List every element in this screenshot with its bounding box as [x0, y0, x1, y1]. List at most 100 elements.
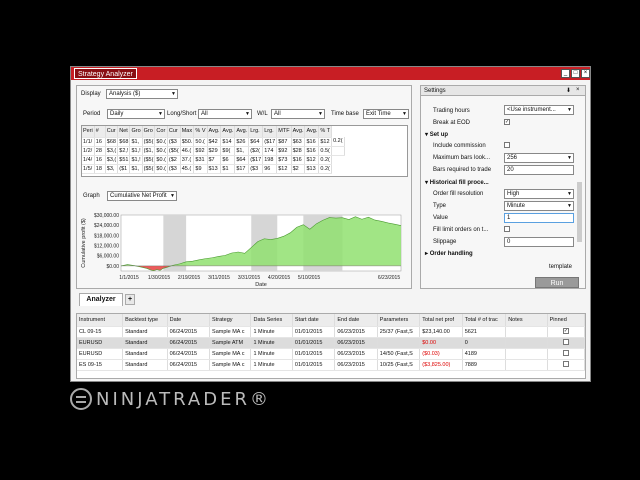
- results-header-cell[interactable]: Total net prof: [419, 314, 463, 327]
- summary-header-cell[interactable]: % T: [318, 126, 333, 138]
- results-cell: 25/37 (Fast,S: [377, 326, 421, 338]
- x-tick-label: 1/30/2015: [148, 275, 170, 281]
- table-row[interactable]: EURUSD Standard 06/24/2015 Sample ATM 1 Minu…: [77, 337, 585, 349]
- time-base-select[interactable]: Exit Time ▼: [363, 109, 409, 119]
- maximize-icon[interactable]: □: [571, 69, 580, 78]
- break-at-eod-checkbox[interactable]: ✓: [504, 119, 510, 125]
- results-header-cell[interactable]: End date: [334, 314, 378, 327]
- historical-fill-section[interactable]: ▾ Historical fill proce...: [425, 179, 489, 186]
- wl-select[interactable]: All ▼: [271, 109, 325, 119]
- long-short-select[interactable]: All ▼: [198, 109, 252, 119]
- results-header-cell[interactable]: Instrument: [77, 314, 124, 327]
- pinned-checkbox[interactable]: [547, 337, 585, 349]
- summary-row[interactable]: 1/1/16 $68 $68 $1, ($5($0.(($3 $50. 50.($42 $14…: [82, 137, 345, 147]
- summary-header-cell[interactable]: Cur: [105, 126, 119, 138]
- value-input[interactable]: 1: [504, 213, 574, 223]
- results-header-cell[interactable]: Notes: [505, 314, 548, 327]
- results-header-cell[interactable]: Backtest type: [122, 314, 168, 327]
- results-header-cell[interactable]: Total # of trac: [462, 314, 507, 327]
- chevron-down-icon: ▼: [567, 191, 572, 197]
- summary-header-cell[interactable]: Cor: [154, 126, 168, 138]
- setup-section[interactable]: ▾ Set up: [425, 131, 448, 138]
- bars-required-input[interactable]: 20: [504, 165, 574, 175]
- summary-row[interactable]: 1/5/18 $3, ($1 $1, ($5($0.(($3 45.($9 $13 $1 $17…: [82, 164, 344, 174]
- summary-header-cell[interactable]: Max: [180, 126, 195, 138]
- slippage-input[interactable]: 0: [504, 237, 574, 247]
- results-header-cell[interactable]: Data Series: [250, 314, 293, 327]
- fill-limit-checkbox[interactable]: [504, 226, 510, 232]
- summary-header-cell[interactable]: Lrg.: [262, 126, 278, 138]
- fill-resolution-select[interactable]: High ▼: [504, 189, 574, 199]
- results-header-cell[interactable]: Pinned: [547, 314, 585, 327]
- close-icon[interactable]: ×: [576, 87, 580, 93]
- pinned-checkbox-icon[interactable]: [562, 350, 569, 357]
- summary-cell: 16: [94, 137, 106, 147]
- summary-header-cell[interactable]: Gro: [129, 126, 143, 138]
- summary-header-cell[interactable]: Cur: [167, 126, 181, 138]
- summary-header-cell[interactable]: Avg.: [291, 126, 306, 138]
- run-button[interactable]: Run: [535, 277, 579, 288]
- title-bar[interactable]: Strategy Analyzer _ □ ×: [71, 67, 590, 80]
- summary-cell: 46.(: [180, 146, 195, 156]
- pinned-checkbox[interactable]: ✓: [547, 326, 585, 338]
- table-row[interactable]: CL 09-15 Standard 06/24/2015 Sample MA c1 M…: [77, 326, 585, 338]
- tab-analyzer[interactable]: Analyzer: [79, 293, 123, 306]
- order-handling-section[interactable]: ▸ Order handling: [425, 250, 473, 257]
- summary-cell: $7: [207, 155, 222, 165]
- summary-cell: 0.2(: [318, 164, 333, 174]
- pin-icon[interactable]: ⬇: [566, 87, 571, 94]
- summary-header-cell[interactable]: Avg.: [304, 126, 320, 138]
- summary-header-cell[interactable]: MTF: [276, 126, 292, 138]
- summary-header-cell[interactable]: % V: [193, 126, 208, 138]
- max-bars-select[interactable]: 256 ▼: [504, 153, 574, 163]
- y-tick-label: $6,000.00: [97, 254, 119, 260]
- type-select[interactable]: Minute ▼: [504, 201, 574, 211]
- x-tick-label: 6/23/2015: [378, 275, 400, 281]
- graph-select[interactable]: Cumulative Net Profit ▼: [107, 191, 177, 201]
- pinned-checkbox-icon[interactable]: [562, 361, 569, 368]
- table-row[interactable]: ES 09-15 Standard 06/24/2015 Sample MA c1 M…: [77, 359, 585, 371]
- pinned-checkbox[interactable]: [547, 348, 585, 360]
- period-select[interactable]: Daily ▼: [107, 109, 165, 119]
- add-tab-button[interactable]: +: [125, 294, 135, 305]
- summary-header-cell[interactable]: Lrg.: [248, 126, 264, 138]
- results-cell: [505, 348, 548, 360]
- summary-cell: [331, 146, 345, 156]
- summary-header-cell[interactable]: Avg.: [207, 126, 222, 138]
- results-cell: 1 Minute: [250, 337, 293, 349]
- summary-cell: ($3: [167, 137, 181, 147]
- settings-scrollbar[interactable]: [577, 182, 582, 242]
- summary-grid[interactable]: Peri # Cur Net Gro Gro Cor Cur Max% V Avg. Avg. Avg…: [81, 125, 408, 177]
- summary-header-cell[interactable]: Avg.: [234, 126, 250, 138]
- results-cell: ($0.03): [419, 348, 463, 360]
- close-icon[interactable]: ×: [581, 69, 590, 78]
- pinned-checkbox-icon[interactable]: [562, 339, 569, 346]
- summary-header-cell[interactable]: Gro: [142, 126, 156, 138]
- summary-row[interactable]: 1/4/16 $3,($51 $1,! ($5($0.(($2 37.($31 $7 $6 $…: [82, 155, 344, 165]
- summary-header-cell[interactable]: Peri: [82, 126, 95, 138]
- summary-row[interactable]: 1/2/28 $3,($2,! $1,! ($1, $0.(($5(46.($92 $29…: [82, 146, 345, 156]
- results-header-cell[interactable]: Start date: [292, 314, 336, 327]
- pinned-checkbox[interactable]: [547, 359, 585, 371]
- results-header-cell[interactable]: Parameters: [377, 314, 421, 327]
- template-link[interactable]: template: [549, 264, 572, 270]
- chevron-down-icon: ▼: [567, 155, 572, 161]
- results-grid[interactable]: Instrument Backtest type Date Strategy Data …: [76, 313, 586, 379]
- summary-header-cell[interactable]: Net: [117, 126, 131, 138]
- pinned-checkbox-icon[interactable]: ✓: [562, 328, 569, 335]
- summary-cell: $1,!: [129, 155, 143, 165]
- summary-header-cell[interactable]: #: [94, 126, 106, 138]
- minimize-icon[interactable]: _: [561, 69, 570, 78]
- results-cell: 06/24/2015: [167, 359, 211, 371]
- results-header-cell[interactable]: Strategy: [209, 314, 252, 327]
- results-cell: ($3,825.00): [419, 359, 463, 371]
- summary-header-cell[interactable]: Avg.: [220, 126, 236, 138]
- include-commission-checkbox[interactable]: [504, 142, 510, 148]
- summary-cell: $1,: [129, 164, 143, 174]
- table-row[interactable]: EURUSD Standard 06/24/2015 Sample MA c1 Min…: [77, 348, 585, 360]
- trading-hours-select[interactable]: <Use instrument... ▼: [504, 105, 574, 115]
- results-header-cell[interactable]: Date: [167, 314, 211, 327]
- display-select[interactable]: Analysis ($) ▼: [106, 89, 178, 99]
- summary-cell: 198: [262, 155, 278, 165]
- results-cell: 01/01/2015: [292, 348, 336, 360]
